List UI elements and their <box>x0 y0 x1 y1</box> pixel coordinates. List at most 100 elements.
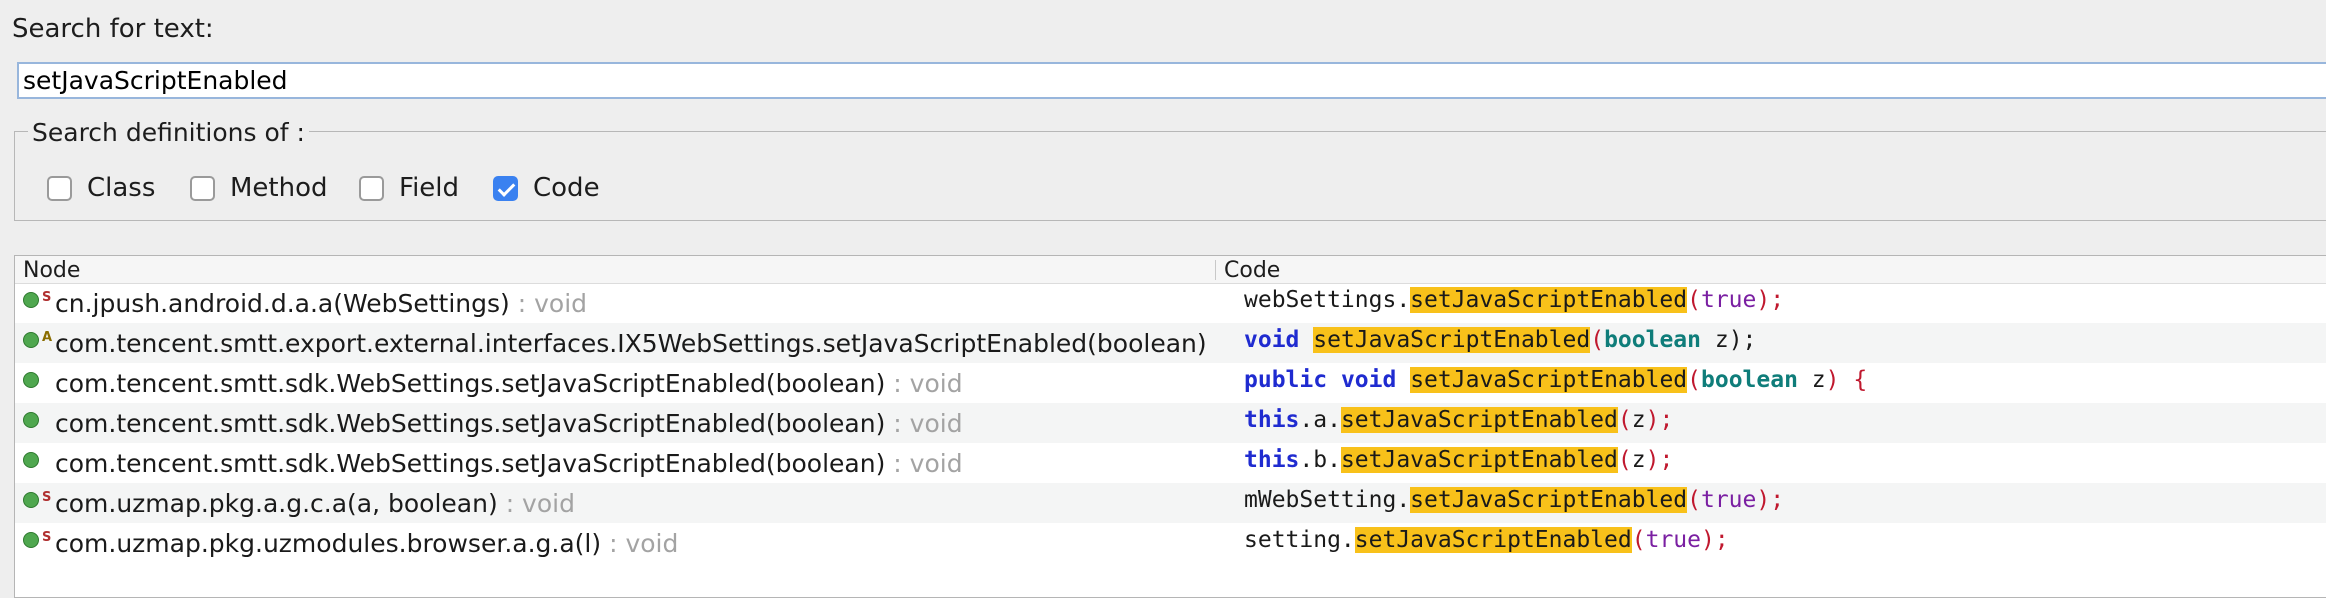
code-cell: public void setJavaScriptEnabled(boolean… <box>1244 367 1867 393</box>
code-token: ( <box>1687 367 1702 393</box>
node-cell: Acom.tencent.smtt.export.external.interf… <box>15 323 1215 363</box>
abstract-method-icon: A <box>23 330 52 348</box>
code-token: ) <box>1825 367 1840 393</box>
code-token: ( <box>1687 287 1701 313</box>
code-token: .a. <box>1299 407 1341 433</box>
code-token: public <box>1244 367 1328 393</box>
node-signature: cn.jpush.android.d.a.a(WebSettings) <box>55 289 510 318</box>
static-method-icon: S <box>23 490 51 508</box>
method-checkbox[interactable]: Method <box>190 173 328 203</box>
code-token: setJavaScriptEnabled <box>1313 327 1591 353</box>
code-token: ( <box>1590 327 1605 353</box>
node-text: cn.jpush.android.d.a.a(WebSettings) : vo… <box>55 289 587 318</box>
result-row[interactable]: com.tencent.smtt.sdk.WebSettings.setJava… <box>15 363 2326 403</box>
node-cell: com.tencent.smtt.sdk.WebSettings.setJava… <box>15 363 1215 403</box>
result-row[interactable]: Acom.tencent.smtt.export.external.interf… <box>15 323 2326 363</box>
node-return-type: : void <box>505 489 575 518</box>
code-token: true <box>1700 487 1757 513</box>
node-signature: com.tencent.smtt.sdk.WebSettings.setJava… <box>55 369 886 398</box>
code-token: ( <box>1617 407 1632 433</box>
class-checkbox[interactable]: Class <box>47 173 155 203</box>
code-checkbox[interactable]: Code <box>493 173 600 203</box>
code-token: .b. <box>1299 447 1341 473</box>
code-token: ( <box>1687 487 1701 513</box>
code-cell: void setJavaScriptEnabled(boolean z); <box>1244 327 1756 353</box>
column-divider[interactable] <box>1215 260 1216 280</box>
node-cell: Scom.uzmap.pkg.uzmodules.browser.a.g.a(l… <box>15 523 1215 563</box>
node-signature: com.tencent.smtt.sdk.WebSettings.setJava… <box>55 449 886 478</box>
result-row[interactable]: Scn.jpush.android.d.a.a(WebSettings) : v… <box>15 283 2326 323</box>
code-token: boolean <box>1701 367 1798 393</box>
node-signature: com.tencent.smtt.sdk.WebSettings.setJava… <box>55 409 886 438</box>
node-text: com.tencent.smtt.export.external.interfa… <box>55 329 1215 358</box>
code-token: { <box>1839 367 1868 393</box>
node-cell: com.tencent.smtt.sdk.WebSettings.setJava… <box>15 443 1215 483</box>
code-cell: mWebSetting.setJavaScriptEnabled(true); <box>1244 487 1784 513</box>
code-token: ); <box>1645 447 1674 473</box>
code-token: ( <box>1631 527 1646 553</box>
code-token: z <box>1631 407 1646 433</box>
class-checkbox-label: Class <box>87 173 156 203</box>
code-token: void <box>1244 327 1300 353</box>
node-return-type: : void <box>893 369 963 398</box>
code-token: ); <box>1756 287 1785 313</box>
code-checkbox-label: Code <box>533 173 600 203</box>
code-checkbox-box[interactable] <box>493 175 518 201</box>
results-table: Node Code Scn.jpush.android.d.a.a(WebSet… <box>14 255 2326 598</box>
result-row[interactable]: Scom.uzmap.pkg.uzmodules.browser.a.g.a(l… <box>15 523 2326 563</box>
method-icon <box>23 452 39 468</box>
code-token: this <box>1244 447 1300 473</box>
results-header: Node Code <box>15 256 2326 284</box>
node-cell: com.tencent.smtt.sdk.WebSettings.setJava… <box>15 403 1215 443</box>
result-row[interactable]: com.tencent.smtt.sdk.WebSettings.setJava… <box>15 443 2326 483</box>
code-token: true <box>1645 527 1701 553</box>
node-return-type: : void <box>893 409 963 438</box>
result-row[interactable]: com.tencent.smtt.sdk.WebSettings.setJava… <box>15 403 2326 443</box>
code-cell: webSettings.setJavaScriptEnabled(true); <box>1244 287 1784 313</box>
node-signature: com.uzmap.pkg.a.g.c.a(a, boolean) <box>55 489 498 518</box>
code-token: setting. <box>1244 527 1355 553</box>
result-row[interactable]: Scom.uzmap.pkg.a.g.c.a(a, boolean) : voi… <box>15 483 2326 523</box>
method-checkbox-box[interactable] <box>190 175 215 201</box>
code-token: ); <box>1700 527 1729 553</box>
field-checkbox[interactable]: Field <box>359 173 459 203</box>
node-cell: Scn.jpush.android.d.a.a(WebSettings) : v… <box>15 283 1215 323</box>
code-token: setJavaScriptEnabled <box>1410 367 1688 393</box>
code-token: mWebSetting. <box>1244 487 1411 513</box>
node-text: com.tencent.smtt.sdk.WebSettings.setJava… <box>55 409 963 438</box>
node-return-type: : void <box>517 289 588 318</box>
code-token: z <box>1797 367 1826 393</box>
code-token: webSettings. <box>1244 287 1411 313</box>
node-text: com.uzmap.pkg.a.g.c.a(a, boolean) : void <box>55 489 575 518</box>
code-token: setJavaScriptEnabled <box>1410 287 1688 313</box>
field-checkbox-box[interactable] <box>359 175 384 201</box>
code-token: z <box>1631 447 1646 473</box>
code-token: setJavaScriptEnabled <box>1340 407 1618 433</box>
node-text: com.tencent.smtt.sdk.WebSettings.setJava… <box>55 369 963 398</box>
node-return-type: : void <box>609 529 679 558</box>
node-text: com.tencent.smtt.sdk.WebSettings.setJava… <box>55 449 963 478</box>
method-icon <box>23 372 39 388</box>
code-token: ( <box>1617 447 1632 473</box>
field-checkbox-label: Field <box>399 173 460 203</box>
code-token: setJavaScriptEnabled <box>1340 447 1618 473</box>
code-token: void <box>1340 367 1397 393</box>
code-column-header[interactable]: Code <box>1224 258 1280 283</box>
node-cell: Scom.uzmap.pkg.a.g.c.a(a, boolean) : voi… <box>15 483 1215 523</box>
code-token: ); <box>1645 407 1674 433</box>
search-label: Search for text: <box>12 14 214 44</box>
search-input[interactable] <box>17 62 2326 99</box>
code-token: true <box>1700 287 1757 313</box>
code-cell: this.b.setJavaScriptEnabled(z); <box>1244 447 1673 473</box>
code-token: boolean <box>1604 327 1701 353</box>
code-token: z); <box>1701 327 1757 353</box>
node-text: com.uzmap.pkg.uzmodules.browser.a.g.a(l)… <box>55 529 678 558</box>
static-method-icon: S <box>23 530 51 548</box>
definitions-legend: Search definitions of : <box>28 118 309 147</box>
code-cell: this.a.setJavaScriptEnabled(z); <box>1244 407 1673 433</box>
node-column-header[interactable]: Node <box>23 258 80 283</box>
class-checkbox-box[interactable] <box>47 175 72 201</box>
